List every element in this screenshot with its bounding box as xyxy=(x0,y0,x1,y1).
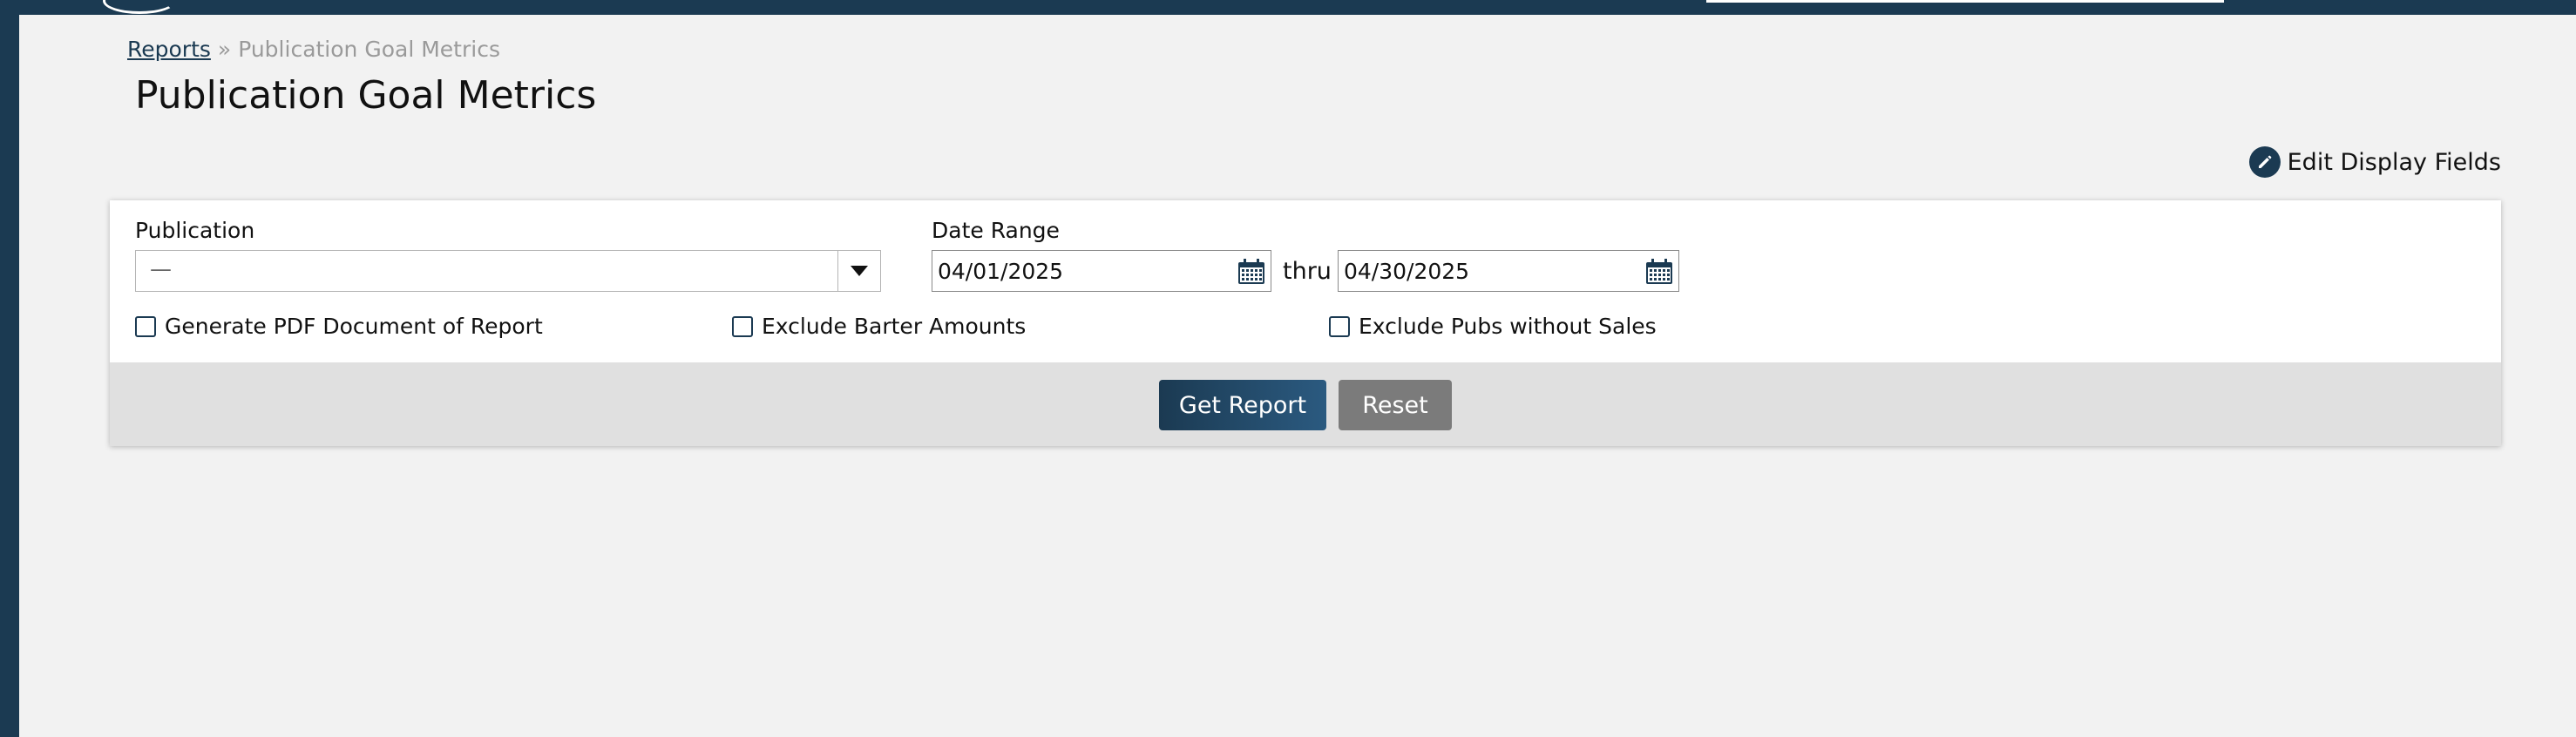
end-date-field[interactable] xyxy=(1338,250,1679,292)
publication-select-value: — xyxy=(150,256,172,281)
top-nav-bar xyxy=(0,0,2576,15)
report-filter-panel: Publication — Date Range thru xyxy=(110,200,2501,446)
breadcrumb: Reports» Publication Goal Metrics xyxy=(127,37,500,62)
generate-pdf-option[interactable]: Generate PDF Document of Report xyxy=(135,314,543,339)
logo[interactable] xyxy=(103,0,176,14)
exclude-barter-checkbox[interactable] xyxy=(732,315,753,337)
edit-display-fields-button[interactable]: Edit Display Fields xyxy=(2248,146,2501,178)
reset-button[interactable]: Reset xyxy=(1339,380,1452,430)
date-range-label: Date Range xyxy=(932,218,1060,243)
exclude-pubs-label: Exclude Pubs without Sales xyxy=(1359,314,1657,339)
generate-pdf-label: Generate PDF Document of Report xyxy=(165,314,543,339)
date-range-separator: thru xyxy=(1283,258,1332,285)
breadcrumb-current: Publication Goal Metrics xyxy=(238,37,500,62)
edit-display-fields-label: Edit Display Fields xyxy=(2287,148,2501,176)
end-date-input[interactable] xyxy=(1339,251,1635,291)
global-search-input[interactable] xyxy=(1706,0,2224,3)
breadcrumb-separator: » xyxy=(217,37,232,62)
breadcrumb-reports-link[interactable]: Reports xyxy=(127,37,211,62)
start-date-field[interactable] xyxy=(932,250,1271,292)
page-title: Publication Goal Metrics xyxy=(135,73,597,118)
generate-pdf-checkbox[interactable] xyxy=(135,315,156,337)
exclude-pubs-option[interactable]: Exclude Pubs without Sales xyxy=(1329,314,1657,339)
get-report-button[interactable]: Get Report xyxy=(1159,380,1326,430)
exclude-barter-label: Exclude Barter Amounts xyxy=(762,314,1027,339)
start-date-input[interactable] xyxy=(932,251,1229,291)
left-nav-rail xyxy=(0,15,19,737)
calendar-icon[interactable] xyxy=(1237,259,1265,285)
exclude-pubs-checkbox[interactable] xyxy=(1329,315,1350,337)
chevron-down-icon[interactable] xyxy=(837,251,880,291)
pencil-icon xyxy=(2248,146,2281,178)
exclude-barter-option[interactable]: Exclude Barter Amounts xyxy=(732,314,1026,339)
publication-label: Publication xyxy=(135,218,255,243)
calendar-icon[interactable] xyxy=(1645,259,1673,285)
publication-select[interactable]: — xyxy=(135,250,881,292)
